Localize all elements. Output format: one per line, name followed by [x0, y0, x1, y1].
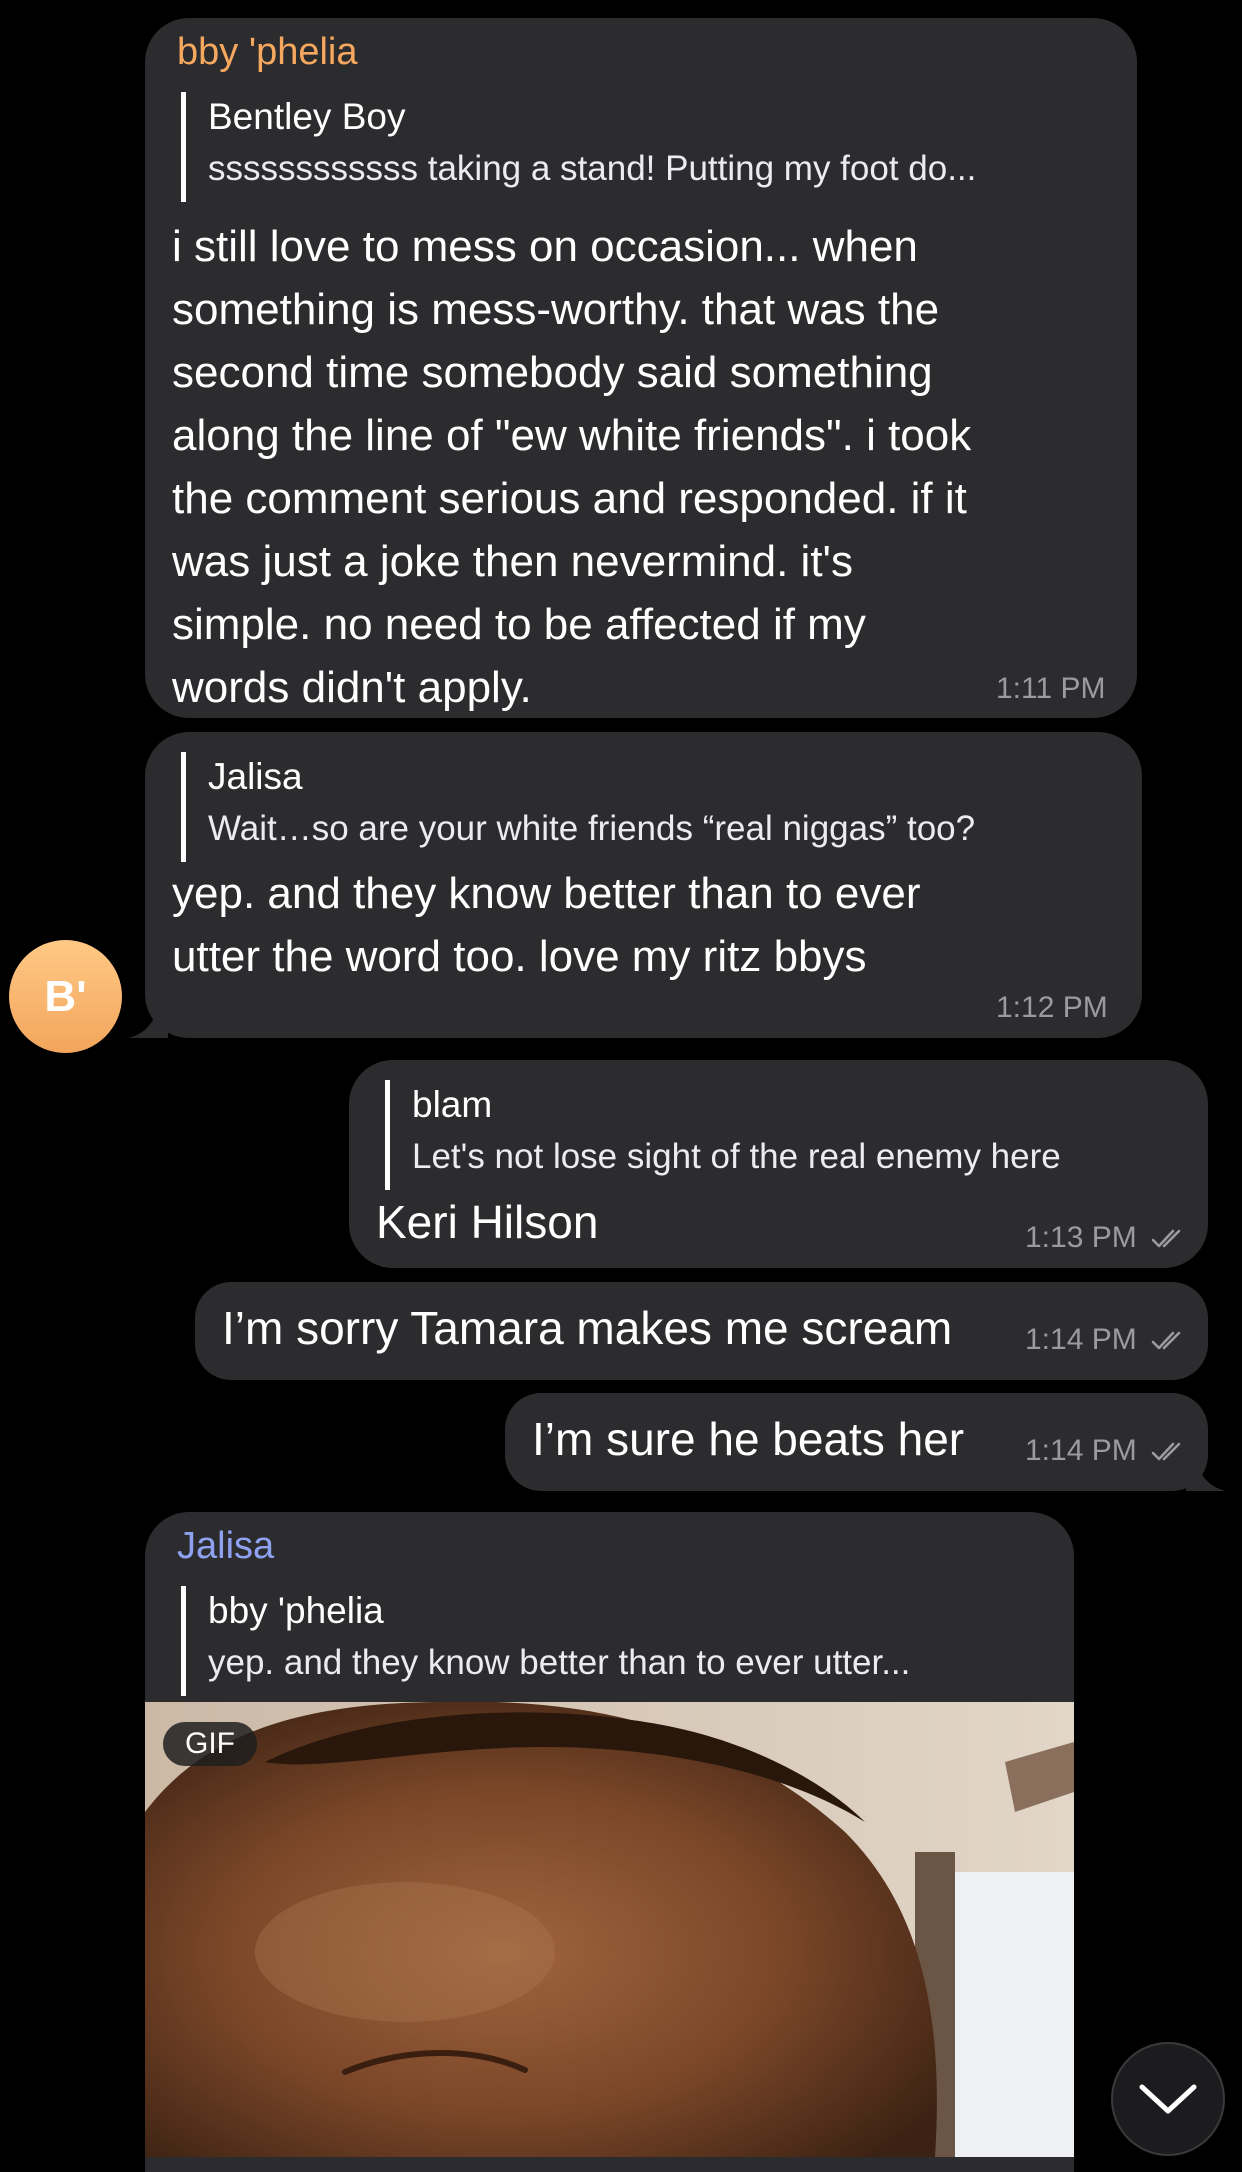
message-status: 1:14 PM [1025, 1433, 1189, 1469]
reply-author: blam [412, 1084, 493, 1125]
reply-author: Jalisa [208, 756, 303, 797]
bubble-tail-right [1186, 1451, 1226, 1491]
message-text: I’m sorry Tamara makes me scream [222, 1302, 953, 1354]
message-time: 1:14 PM [1025, 1323, 1137, 1356]
message-bubble-4[interactable]: I’m sorry Tamara makes me scream 1:14 PM [195, 1282, 1208, 1380]
double-check-icon [1151, 1229, 1181, 1248]
message-status: 1:13 PM [1025, 1220, 1189, 1256]
reply-snippet: yep. and they know better than to ever u… [208, 1643, 911, 1682]
reply-preview[interactable]: bby 'phelia yep. and they know better th… [181, 1586, 1041, 1696]
avatar-initials: B' [44, 971, 87, 1021]
message-bubble-3[interactable]: blam Let's not lose sight of the real en… [349, 1060, 1208, 1268]
gif-badge: GIF [163, 1722, 257, 1766]
reply-preview[interactable]: blam Let's not lose sight of the real en… [385, 1080, 1185, 1190]
message-status: 1:14 PM [1025, 1322, 1189, 1358]
message-bubble-1[interactable]: bby 'phelia Bentley Boy ssssssssssss tak… [145, 18, 1137, 718]
message-text: I’m sure he beats her [532, 1413, 965, 1465]
sender-name[interactable]: bby 'phelia [177, 30, 358, 74]
gif-media[interactable]: GIF [145, 1702, 1074, 2157]
gif-frame [145, 1702, 1074, 2157]
message-text: i still love to mess on occasion... when… [172, 222, 972, 712]
message-text: yep. and they know better than to ever u… [172, 869, 921, 981]
double-check-icon [1151, 1442, 1181, 1461]
reply-snippet: Wait…so are your white friends “real nig… [208, 809, 976, 848]
double-check-icon [1151, 1331, 1181, 1350]
reply-preview[interactable]: Bentley Boy ssssssssssss taking a stand!… [181, 92, 1101, 202]
reply-author: bby 'phelia [208, 1590, 384, 1631]
message-time: 1:14 PM [1025, 1434, 1137, 1467]
reply-snippet: Let's not lose sight of the real enemy h… [412, 1137, 1061, 1176]
reply-snippet: ssssssssssss taking a stand! Putting my … [208, 149, 977, 188]
reply-preview[interactable]: Jalisa Wait…so are your white friends “r… [181, 752, 1111, 862]
message-bubble-5[interactable]: I’m sure he beats her 1:14 PM [505, 1393, 1208, 1491]
reply-author: Bentley Boy [208, 96, 406, 137]
scroll-to-bottom-button[interactable] [1111, 2042, 1225, 2156]
message-text: Keri Hilson [376, 1196, 599, 1248]
message-time: 1:11 PM [996, 672, 1106, 705]
bubble-tail-left [128, 998, 168, 1038]
chevron-down-icon [1139, 2084, 1197, 2114]
sender-name[interactable]: Jalisa [177, 1524, 274, 1568]
avatar[interactable]: B' [9, 940, 122, 1053]
message-bubble-2[interactable]: Jalisa Wait…so are your white friends “r… [145, 732, 1142, 1038]
message-time: 1:12 PM [996, 991, 1108, 1024]
message-time: 1:13 PM [1025, 1221, 1137, 1254]
